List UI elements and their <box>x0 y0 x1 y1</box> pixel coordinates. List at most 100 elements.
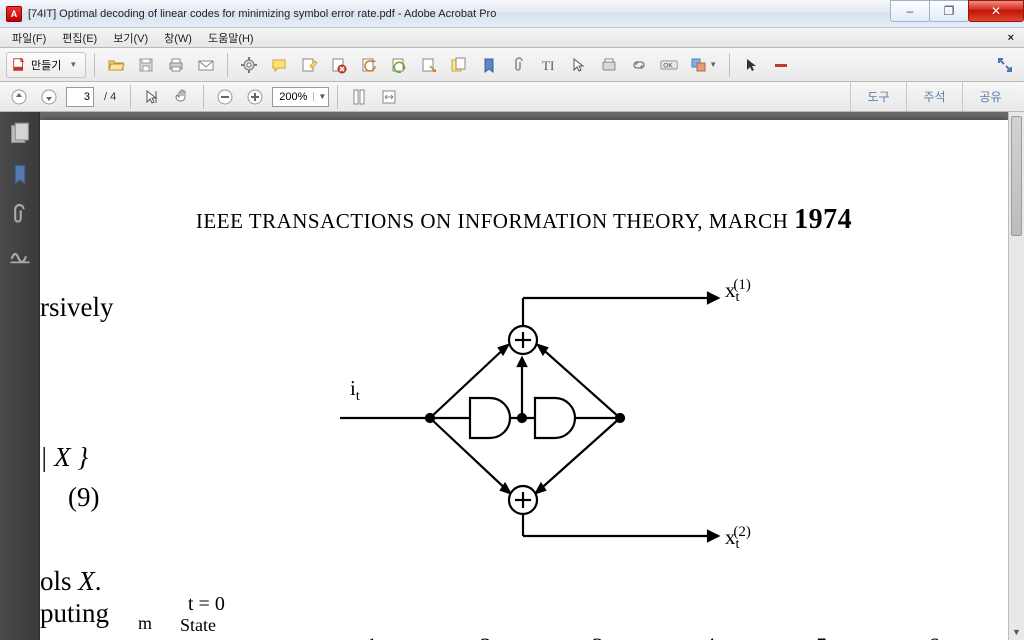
multimedia-icon <box>690 56 708 74</box>
menu-file[interactable]: 파일(F) <box>4 28 54 48</box>
fit-width-button[interactable] <box>376 85 402 109</box>
delete-pages-button[interactable] <box>326 53 352 77</box>
page-up-button[interactable] <box>6 85 32 109</box>
tab-share[interactable]: 공유 <box>962 82 1018 111</box>
arrow-down-icon <box>40 88 58 106</box>
typewriter-icon <box>600 56 618 74</box>
circuit-output2-label: xt(2) <box>725 524 751 553</box>
signatures-panel-button[interactable] <box>8 242 32 266</box>
create-pdf-label: 만들기 <box>31 57 61 73</box>
text-fragment: | X } <box>40 442 88 473</box>
pointer-button[interactable] <box>738 53 764 77</box>
multimedia-button[interactable]: ▼ <box>686 53 721 77</box>
tab-comment[interactable]: 주석 <box>906 82 962 111</box>
bookmark-button[interactable] <box>476 53 502 77</box>
printer-icon <box>167 56 185 74</box>
print-button[interactable] <box>163 53 189 77</box>
navigation-pane <box>0 112 40 640</box>
settings-button[interactable] <box>236 53 262 77</box>
zoom-level-value: 200% <box>279 91 307 103</box>
save-button[interactable] <box>133 53 159 77</box>
pointer-icon <box>742 56 760 74</box>
text-fragment: ols X. <box>40 566 102 597</box>
fit-page-button[interactable] <box>346 85 372 109</box>
insert-pages-button[interactable] <box>446 53 472 77</box>
main-toolbar: 만들기 ▼ TI OK ▼ <box>0 48 1024 82</box>
paperclip-panel-icon <box>8 202 32 226</box>
select-cursor-button[interactable] <box>139 85 165 109</box>
svg-text:OK: OK <box>664 62 674 69</box>
ok-stamp-button[interactable]: OK <box>656 53 682 77</box>
page-extract-icon <box>420 56 438 74</box>
menu-help[interactable]: 도움말(H) <box>200 28 262 48</box>
hand-icon <box>173 88 191 106</box>
document-viewport[interactable]: IEEE TRANSACTIONS ON INFORMATION THEORY,… <box>40 112 1024 640</box>
fullscreen-button[interactable] <box>992 53 1018 77</box>
expand-icon <box>996 56 1014 74</box>
folder-open-icon <box>107 56 125 74</box>
zoom-out-button[interactable] <box>212 85 238 109</box>
close-button[interactable]: ✕ <box>968 0 1024 22</box>
text-fragment: puting <box>40 598 109 629</box>
gear-icon <box>240 56 258 74</box>
tab-tools[interactable]: 도구 <box>850 82 906 111</box>
minus-tool-button[interactable] <box>768 53 794 77</box>
circuit-diagram: it xt(1) xt(2) <box>320 278 760 558</box>
menu-edit[interactable]: 편집(E) <box>54 28 105 48</box>
page-total-label: / 4 <box>98 91 122 103</box>
rotate-left-button[interactable] <box>356 53 382 77</box>
window-controls: – ❐ ✕ <box>891 0 1024 27</box>
link-tool-button[interactable] <box>626 53 652 77</box>
attachments-panel-button[interactable] <box>8 202 32 226</box>
navigation-toolbar: / 4 200% ▼ 도구 주석 공유 <box>0 82 1024 112</box>
vertical-scrollbar[interactable]: ▲ ▼ <box>1008 112 1024 640</box>
select-tool-button[interactable] <box>566 53 592 77</box>
text-icon: TI <box>540 56 558 74</box>
page-delete-icon <box>330 56 348 74</box>
scroll-down-icon: ▼ <box>1009 624 1024 640</box>
attach-button[interactable] <box>506 53 532 77</box>
ok-stamp-icon: OK <box>660 56 678 74</box>
chevron-down-icon: ▼ <box>313 92 326 101</box>
page-insert-icon <box>450 56 468 74</box>
envelope-icon <box>197 56 215 74</box>
extract-pages-button[interactable] <box>416 53 442 77</box>
page-rotate-left-icon <box>360 56 378 74</box>
zoom-in-icon <box>246 88 264 106</box>
page-header: IEEE TRANSACTIONS ON INFORMATION THEORY,… <box>40 204 1008 236</box>
menu-view[interactable]: 보기(V) <box>105 28 156 48</box>
menu-window[interactable]: 창(W) <box>156 28 200 48</box>
bookmark-panel-icon <box>8 162 32 186</box>
create-pdf-button[interactable]: 만들기 ▼ <box>6 52 86 78</box>
hand-tool-button[interactable] <box>169 85 195 109</box>
scrollbar-thumb[interactable] <box>1011 116 1022 236</box>
text-cursor-icon <box>143 88 161 106</box>
zoom-level-select[interactable]: 200% ▼ <box>272 87 329 107</box>
link-icon <box>630 56 648 74</box>
minimize-button[interactable]: – <box>890 0 930 22</box>
zoom-in-button[interactable] <box>242 85 268 109</box>
right-panel-tabs: 도구 주석 공유 <box>850 82 1018 111</box>
floppy-icon <box>137 56 155 74</box>
page-number-input[interactable] <box>66 87 94 107</box>
rotate-right-button[interactable] <box>386 53 412 77</box>
comment-icon <box>270 56 288 74</box>
text-tool-button[interactable]: TI <box>536 53 562 77</box>
maximize-button[interactable]: ❐ <box>929 0 969 22</box>
open-button[interactable] <box>103 53 129 77</box>
cursor-select-icon <box>570 56 588 74</box>
close-document-button[interactable]: × <box>1000 30 1020 46</box>
thumbnails-panel-button[interactable] <box>8 122 32 146</box>
app-icon: A <box>6 6 22 22</box>
bookmarks-panel-button[interactable] <box>8 162 32 186</box>
typewriter-button[interactable] <box>596 53 622 77</box>
text-fragment: rsively <box>40 292 114 323</box>
circuit-input-label: it <box>350 376 360 405</box>
fit-width-icon <box>380 88 398 106</box>
email-button[interactable] <box>193 53 219 77</box>
zoom-out-icon <box>216 88 234 106</box>
svg-text:TI: TI <box>542 58 554 73</box>
highlight-button[interactable] <box>296 53 322 77</box>
sticky-note-button[interactable] <box>266 53 292 77</box>
page-down-button[interactable] <box>36 85 62 109</box>
